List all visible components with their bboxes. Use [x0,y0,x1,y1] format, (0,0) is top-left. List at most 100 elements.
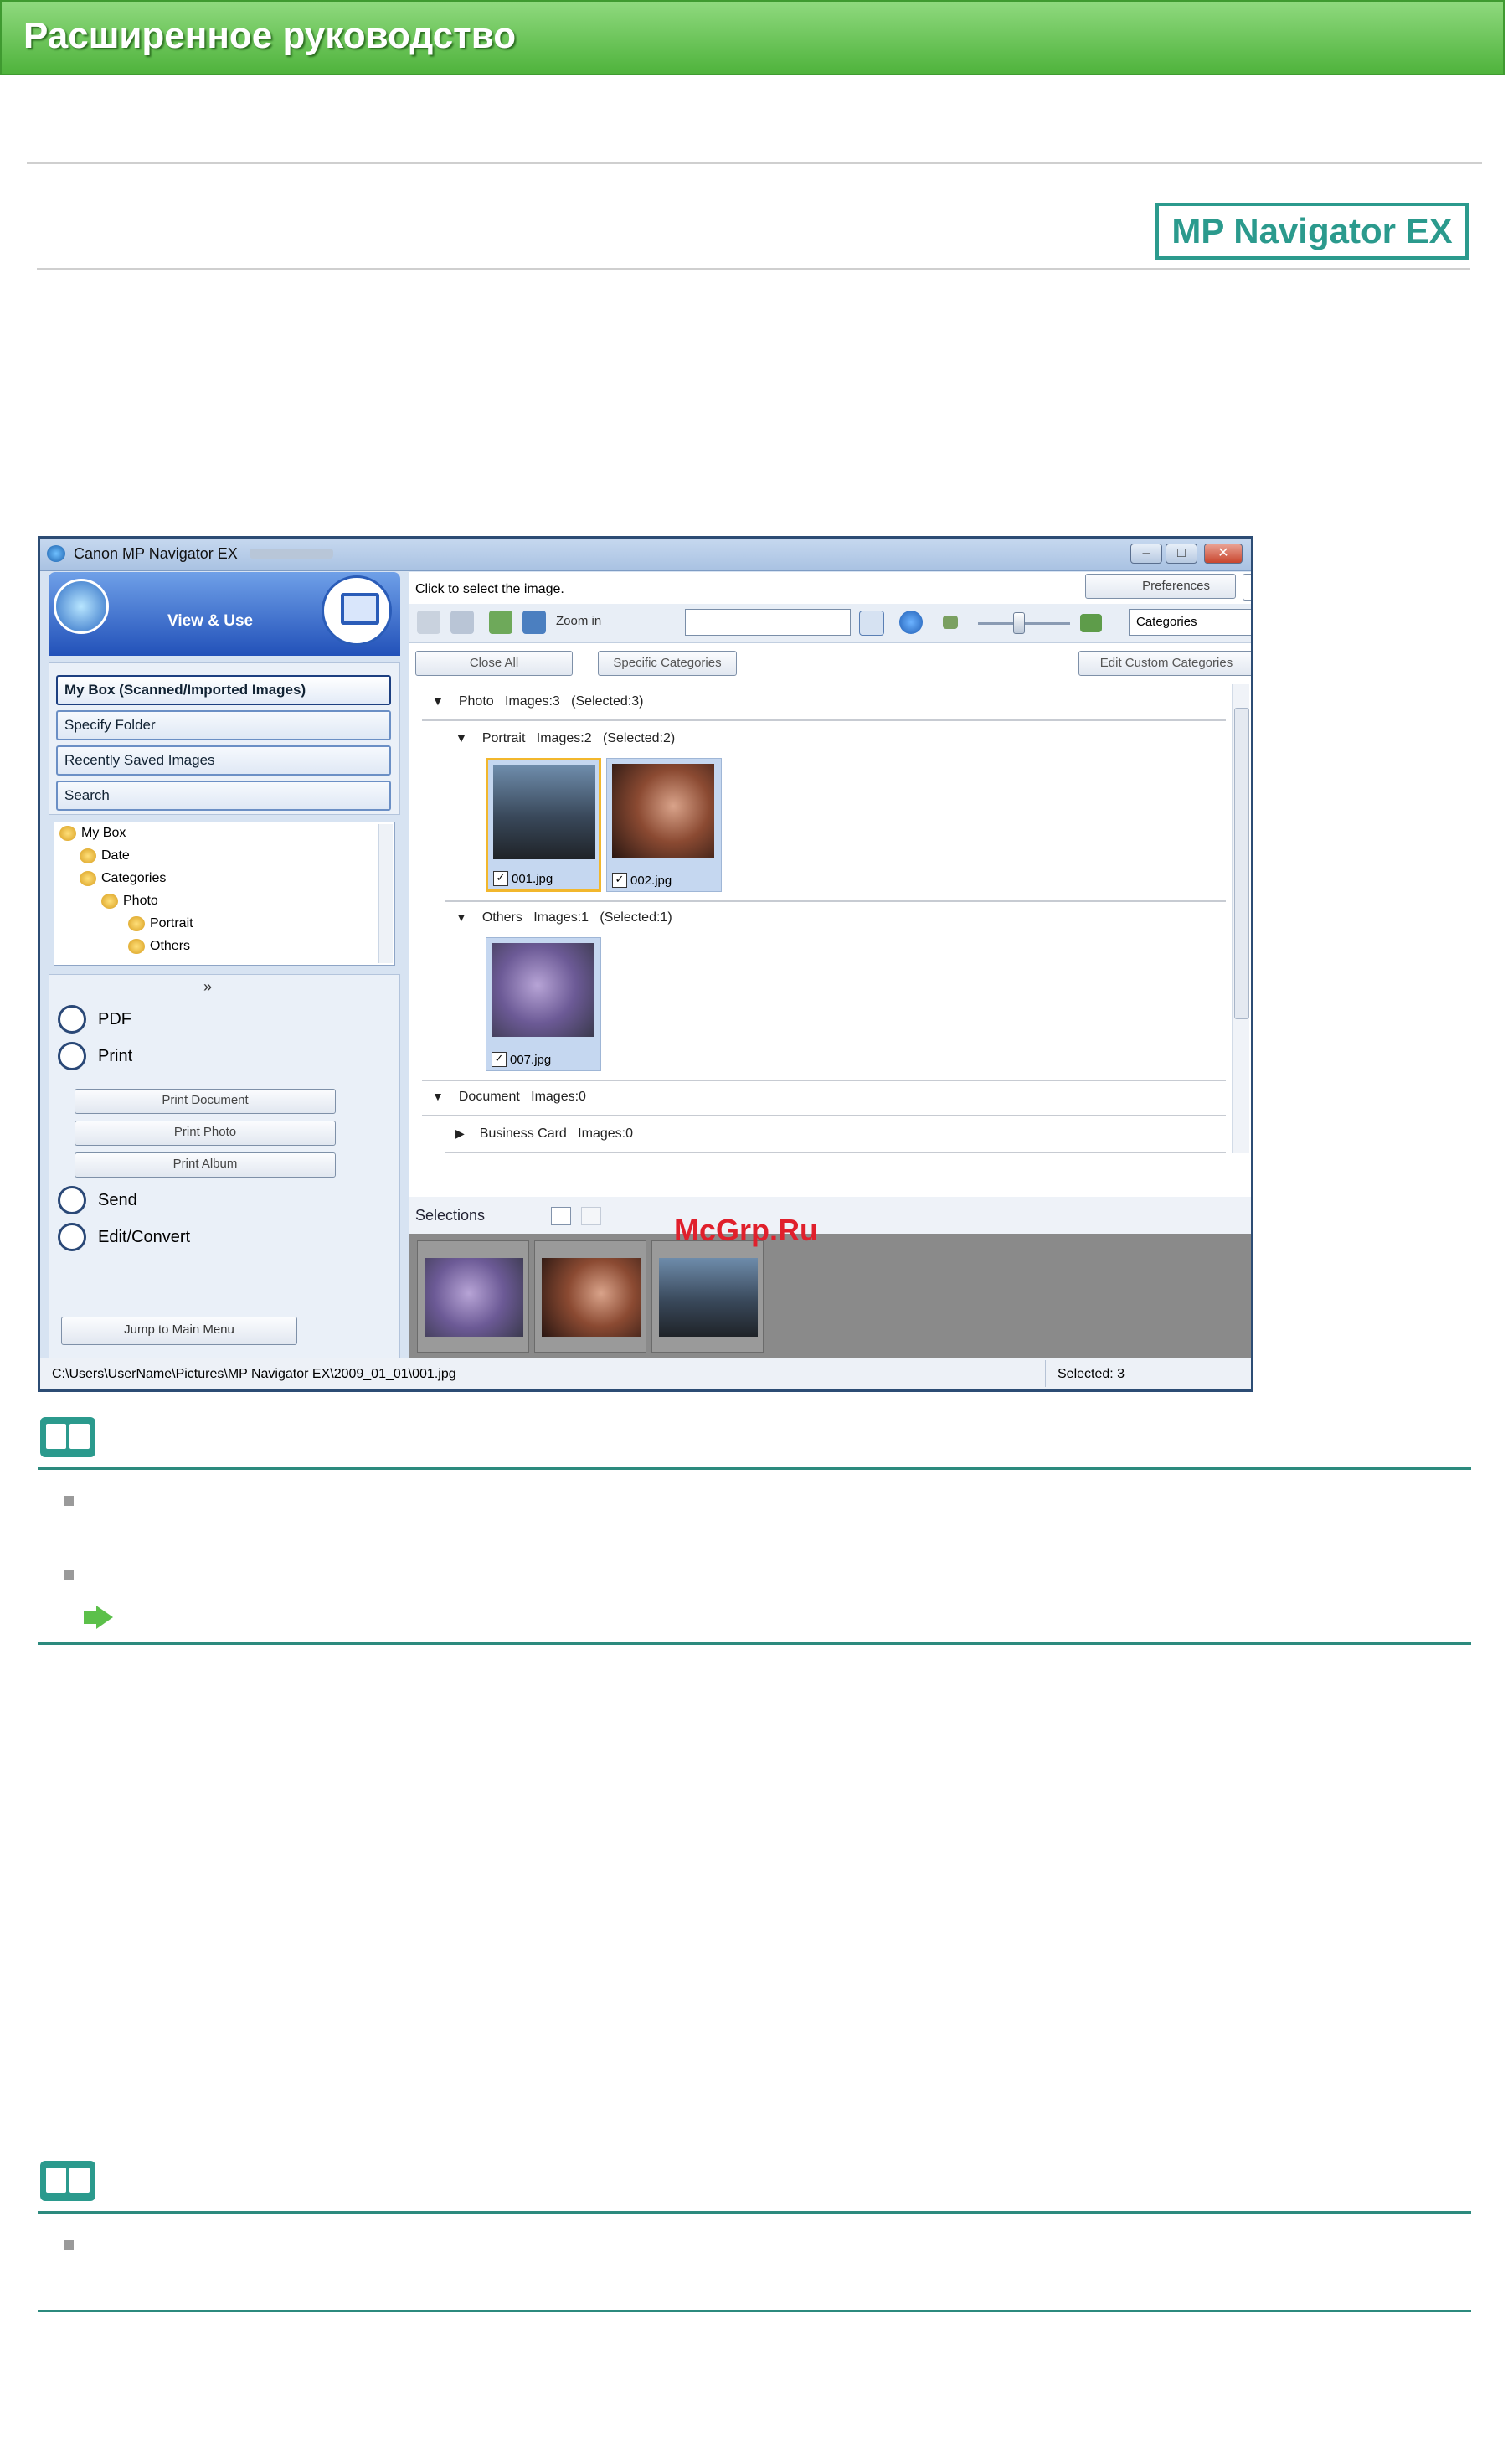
nav-recently-saved[interactable]: Recently Saved Images [56,745,391,776]
divider [422,1115,1226,1116]
edit-icon [58,1223,86,1251]
list-view-icon[interactable] [581,1207,601,1225]
rotate-icon[interactable] [489,611,512,634]
title-redacted [250,549,333,559]
specific-categories-button[interactable]: Specific Categories [598,651,737,676]
thumbnail-caption: ✓ 001.jpg [493,871,553,886]
close-button[interactable]: ✕ [1204,544,1243,564]
select-checkbox[interactable]: ✓ [493,871,508,886]
select-checkbox[interactable]: ✓ [612,873,627,888]
tree-item[interactable]: Categories [80,871,166,886]
maximize-button[interactable]: □ [1166,544,1197,564]
slider-handle[interactable] [1013,612,1025,634]
action-edit-convert[interactable]: Edit/Convert [58,1223,190,1251]
search-input[interactable] [685,609,851,636]
group-document[interactable]: ▼ Document Images:0 [432,1090,586,1105]
tree-label: Categories [101,871,167,885]
bullet-icon [64,2240,74,2250]
nav-search[interactable]: Search [56,781,391,811]
content-scrollbar[interactable] [1232,684,1249,1153]
grid-view-icon[interactable] [450,611,474,634]
action-pdf[interactable]: PDF [58,1005,131,1034]
tree-item[interactable]: My Box [59,826,126,841]
group-others[interactable]: ▼ Others Images:1 (Selected:1) [455,910,672,925]
main-menu-icon[interactable] [54,579,109,634]
group-business-card[interactable]: ▶ Business Card Images:0 [455,1126,633,1142]
jump-main-menu-button[interactable]: Jump to Main Menu [61,1317,297,1345]
group-portrait[interactable]: ▼ Portrait Images:2 (Selected:2) [455,731,675,746]
thumbnail-view-icon[interactable] [417,611,440,634]
divider [37,268,1470,270]
file-name: 002.jpg [630,873,672,888]
zoom-icon[interactable] [522,611,546,634]
tree-item[interactable]: Date [80,848,130,863]
photo-thumbnail [612,764,714,858]
group-count: Images:1 [533,910,589,925]
expanded-arrow-icon: ▼ [455,910,467,924]
status-selected: Selected: 3 [1058,1367,1125,1381]
expanded-arrow-icon: ▼ [432,694,444,708]
photo-thumbnail [493,765,595,859]
view-use-icon [322,575,392,646]
minimize-button[interactable]: – [1130,544,1162,564]
print-photo-button[interactable]: Print Photo [75,1121,336,1146]
nav-specify-folder[interactable]: Specify Folder [56,710,391,740]
note-bottom-rule [38,1642,1471,1645]
expanded-arrow-icon: ▼ [455,731,467,745]
action-print[interactable]: Print [58,1042,132,1070]
scrollbar-thumb[interactable] [1234,708,1249,1019]
selected-thumbnail[interactable] [651,1240,764,1353]
preferences-label: Preferences [1142,579,1210,593]
title-bar: Canon MP Navigator EX – □ ✕ [40,539,1251,571]
grid-view-icon[interactable] [551,1207,571,1225]
tree-item[interactable]: Portrait [128,916,193,931]
group-name: Business Card [479,1126,567,1141]
selections-label: Selections [415,1207,486,1224]
selected-thumbnail[interactable] [417,1240,529,1353]
divider [27,162,1482,164]
nav-my-box[interactable]: My Box (Scanned/Imported Images) [56,675,391,705]
tree-scrollbar[interactable] [378,824,393,963]
watermark: McGrp.Ru [674,1213,819,1247]
thumbnail-item[interactable]: ✓ 007.jpg [486,937,601,1071]
view-mode-value: Categories [1136,615,1197,629]
tree-item[interactable]: Photo [101,894,158,909]
send-icon [58,1186,86,1214]
preferences-button[interactable]: Preferences [1085,574,1236,599]
left-panel: View & Use My Box (Scanned/Imported Imag… [49,572,400,1368]
zoom-in-label[interactable]: Zoom in [556,614,601,628]
note-book-icon [40,2161,95,2201]
link-arrow-icon[interactable] [96,1606,113,1629]
edit-custom-categories-button[interactable]: Edit Custom Categories [1078,651,1251,676]
selections-tray [409,1234,1251,1359]
group-photo[interactable]: ▼ Photo Images:3 (Selected:3) [432,694,643,709]
collapse-chevron-icon[interactable]: » [203,978,212,996]
selected-thumbnail[interactable] [534,1240,646,1353]
note-top-rule [38,1467,1471,1470]
print-album-button[interactable]: Print Album [75,1152,336,1178]
photo-thumbnail [492,943,594,1037]
refresh-icon[interactable] [899,611,923,634]
folder-icon [101,894,118,909]
app-window: Canon MP Navigator EX – □ ✕ View & Use M… [38,536,1253,1392]
app-icon [47,545,65,562]
thumbnail-caption: ✓ 007.jpg [492,1052,551,1067]
source-nav: My Box (Scanned/Imported Images) Specify… [49,662,400,815]
file-name: 007.jpg [510,1052,552,1067]
action-send[interactable]: Send [58,1186,137,1214]
expanded-arrow-icon: ▼ [432,1090,444,1103]
view-mode-select[interactable]: Categories▾ [1129,609,1251,636]
help-button[interactable]: ? [1243,574,1251,601]
status-divider [1045,1360,1046,1387]
toolbar: Zoom in Categories▾ [409,604,1251,643]
group-count: Images:3 [505,694,560,709]
folder-icon [128,916,145,931]
print-document-button[interactable]: Print Document [75,1089,336,1114]
thumbnail-item[interactable]: ✓ 001.jpg [486,758,601,892]
tree-item[interactable]: Others [128,939,190,954]
folder-icon [80,871,96,886]
select-checkbox[interactable]: ✓ [492,1052,507,1067]
search-icon[interactable] [859,611,884,636]
close-all-button[interactable]: Close All [415,651,573,676]
thumbnail-item[interactable]: ✓ 002.jpg [606,758,722,892]
